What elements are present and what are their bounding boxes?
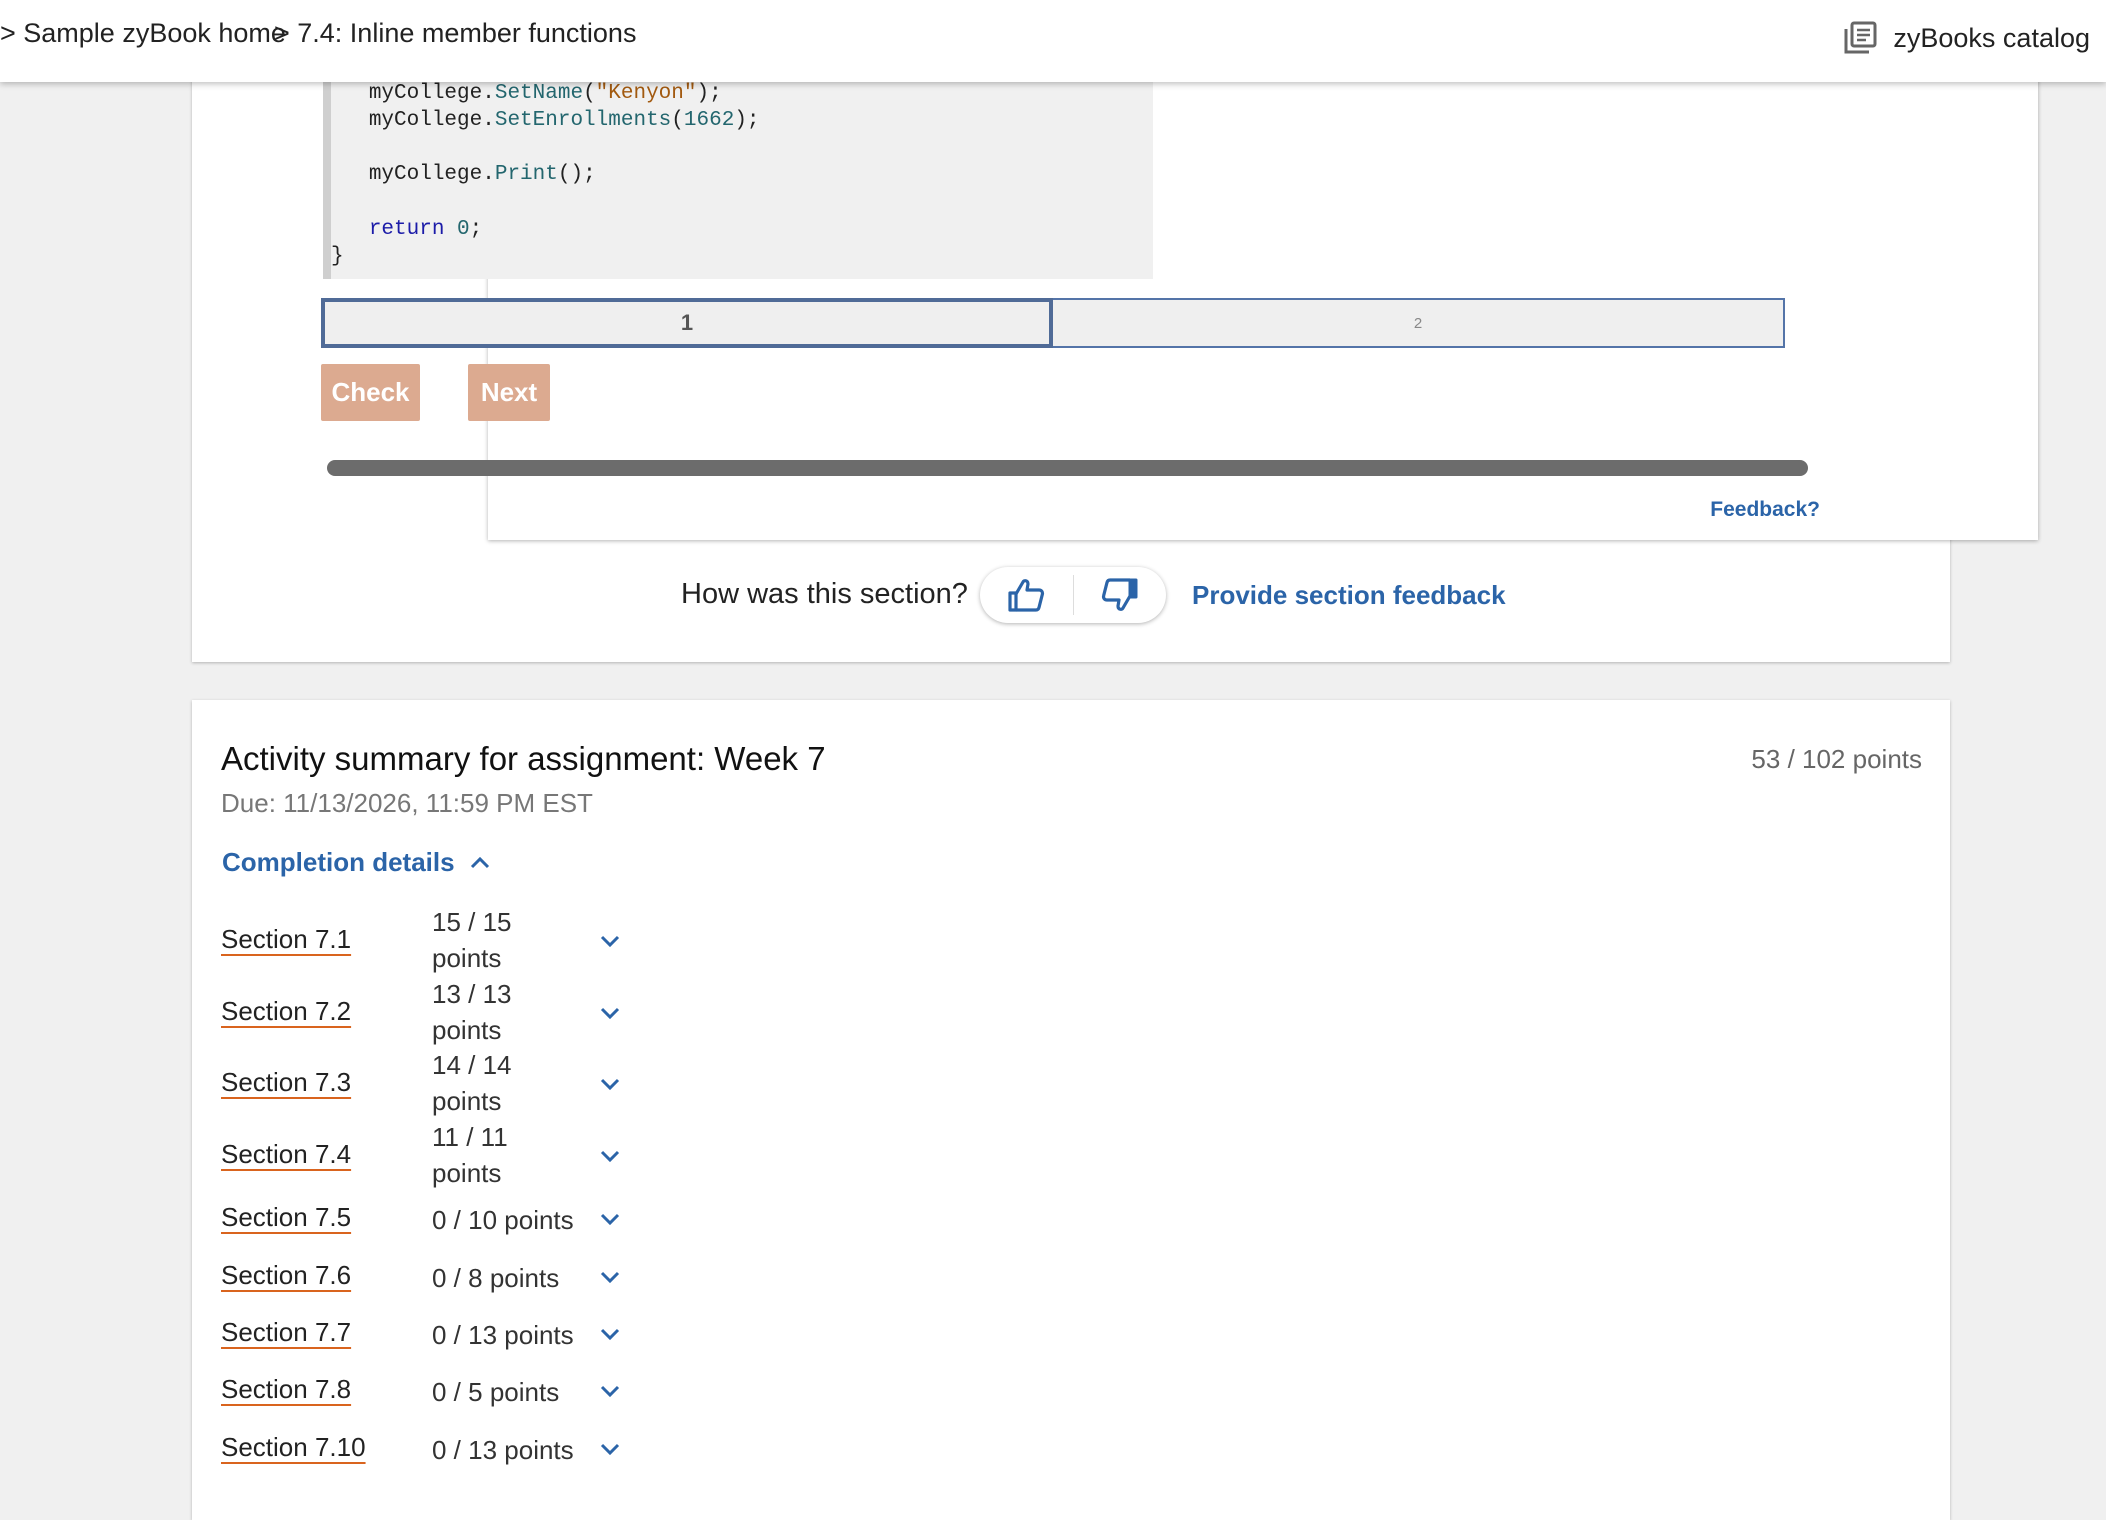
assignment-due-date: Due: 11/13/2026, 11:59 PM EST [221,788,593,818]
chevron-down-icon[interactable] [599,1077,621,1091]
chevron-down-icon[interactable] [599,1212,621,1226]
assignment-total-points: 53 / 102 points [1751,744,1922,774]
step-selector: 1 2 [321,298,1785,348]
chevron-down-icon[interactable] [599,1384,621,1398]
chevron-down-icon[interactable] [599,1442,621,1456]
section-points: 0 / 13 points [432,1320,574,1350]
zybooks-catalog-link[interactable]: zyBooks catalog [1843,18,2090,58]
step-1-button[interactable]: 1 [321,298,1053,348]
completion-details-label: Completion details [222,847,455,877]
activity-progress-bar [327,460,1808,476]
thumbs-down-button[interactable] [1074,567,1167,623]
catalog-label: zyBooks catalog [1893,22,2090,53]
section-link[interactable]: Section 7.6 [221,1260,351,1291]
chevron-down-icon[interactable] [599,1270,621,1284]
code-line-4: return 0; [368,218,483,241]
thumbs-up-icon [1008,579,1045,612]
step-2-button[interactable]: 2 [1053,298,1785,348]
code-block: myCollege.SetName("Kenyon"); myCollege.S… [323,82,1153,279]
section-points: 14 / 14 points [432,1050,512,1116]
activity-summary-title: Activity summary for assignment: Week 7 [221,740,826,777]
section-link[interactable]: Section 7.5 [221,1202,351,1233]
section-rating-question: How was this section? [681,578,968,610]
section-link[interactable]: Section 7.3 [221,1067,351,1098]
section-link[interactable]: Section 7.8 [221,1374,351,1405]
code-line-3: myCollege.Print(); [368,163,596,186]
section-rating-buttons [980,567,1166,623]
next-button[interactable]: Next [468,364,550,421]
section-link[interactable]: Section 7.10 [221,1432,366,1463]
thumbs-up-button[interactable] [980,567,1073,623]
section-link[interactable]: Section 7.4 [221,1139,351,1170]
section-points: 15 / 15 points [432,907,512,973]
section-link[interactable]: Section 7.1 [221,924,351,955]
code-line-5: } [331,245,344,268]
section-points: 0 / 13 points [432,1435,574,1465]
completion-details-toggle[interactable]: Completion details [222,847,491,878]
chevron-down-icon[interactable] [599,1327,621,1341]
thumbs-down-icon [1101,578,1138,611]
section-points: 11 / 11 points [432,1122,508,1188]
breadcrumb-section[interactable]: > 7.4: Inline member functions [274,18,636,49]
chevron-down-icon[interactable] [599,934,621,948]
chevron-up-icon [470,856,489,868]
section-points: 0 / 5 points [432,1377,560,1407]
top-nav-bar: > Sample zyBook home > 7.4: Inline membe… [0,0,2106,82]
chevron-down-icon[interactable] [599,1006,621,1020]
breadcrumb-home[interactable]: > Sample zyBook home [0,18,286,49]
section-link[interactable]: Section 7.2 [221,996,351,1027]
section-points: 13 / 13 points [432,979,512,1045]
activity-feedback-link[interactable]: Feedback? [1710,498,1820,522]
provide-section-feedback-link[interactable]: Provide section feedback [1192,580,1506,611]
check-button[interactable]: Check [321,364,420,421]
code-line-1: myCollege.SetName("Kenyon"); [368,82,722,105]
section-link[interactable]: Section 7.7 [221,1317,351,1348]
section-points: 0 / 8 points [432,1263,560,1293]
code-line-2: myCollege.SetEnrollments(1662); [368,109,760,132]
book-list-icon [1844,21,1877,54]
chevron-down-icon[interactable] [599,1149,621,1163]
section-points: 0 / 10 points [432,1205,574,1235]
